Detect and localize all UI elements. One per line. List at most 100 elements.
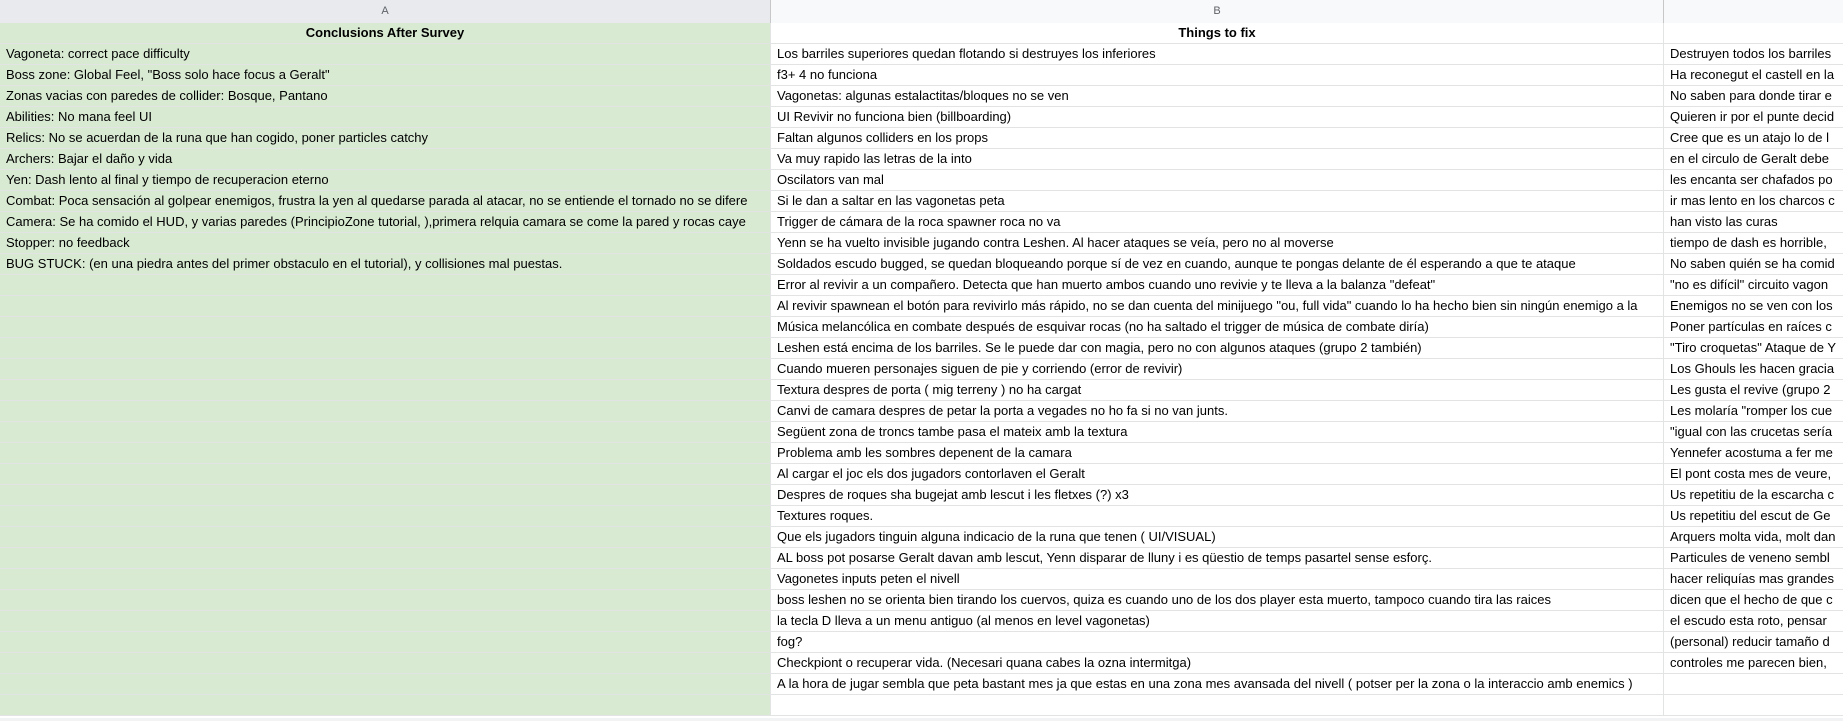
cell-c[interactable] [1664, 695, 1843, 716]
cell-a[interactable]: BUG STUCK: (en una piedra antes del prim… [0, 254, 771, 275]
cell-c[interactable]: Yennefer acostuma a fer me [1664, 443, 1843, 464]
cell-a[interactable] [0, 569, 771, 590]
cell-a[interactable] [0, 485, 771, 506]
cell-b[interactable]: Despres de roques sha bugejat amb lescut… [771, 485, 1664, 506]
cell-c[interactable]: hacer reliquías mas grandes [1664, 569, 1843, 590]
cell-b[interactable]: Si le dan a saltar en las vagonetas peta [771, 191, 1664, 212]
cell-b[interactable]: Error al revivir a un compañero. Detecta… [771, 275, 1664, 296]
cell-b[interactable]: Faltan algunos colliders en los props [771, 128, 1664, 149]
cell-a[interactable] [0, 611, 771, 632]
cell-b[interactable]: Yenn se ha vuelto invisible jugando cont… [771, 233, 1664, 254]
cell-a[interactable]: Stopper: no feedback [0, 233, 771, 254]
header-cell-b[interactable]: Things to fix [771, 23, 1664, 44]
cell-a[interactable] [0, 632, 771, 653]
cell-c[interactable]: El pont costa mes de veure, [1664, 464, 1843, 485]
cell-b[interactable]: fog? [771, 632, 1664, 653]
cell-c[interactable]: les encanta ser chafados po [1664, 170, 1843, 191]
cell-b[interactable]: Al revivir spawnean el botón para revivi… [771, 296, 1664, 317]
cell-b[interactable]: la tecla D lleva a un menu antiguo (al m… [771, 611, 1664, 632]
cell-c[interactable]: Los Ghouls les hacen gracia [1664, 359, 1843, 380]
cell-c[interactable]: No saben quién se ha comid [1664, 254, 1843, 275]
cell-c[interactable]: "Tiro croquetas" Ataque de Y [1664, 338, 1843, 359]
cell-c[interactable]: Arquers molta vida, molt dan [1664, 527, 1843, 548]
column-header-b[interactable]: B [771, 0, 1664, 23]
cell-a[interactable] [0, 695, 771, 716]
cell-b[interactable]: Vagonetes inputs peten el nivell [771, 569, 1664, 590]
cell-b[interactable]: Problema amb les sombres depenent de la … [771, 443, 1664, 464]
cell-a[interactable] [0, 548, 771, 569]
cell-a[interactable] [0, 527, 771, 548]
cell-b[interactable]: Música melancólica en combate después de… [771, 317, 1664, 338]
cell-a[interactable] [0, 296, 771, 317]
cell-a[interactable]: Archers: Bajar el daño y vida [0, 149, 771, 170]
cell-b[interactable]: Leshen está encima de los barriles. Se l… [771, 338, 1664, 359]
cell-b[interactable]: Checkpiont o recuperar vida. (Necesari q… [771, 653, 1664, 674]
header-cell-c[interactable] [1664, 23, 1843, 44]
cell-a[interactable] [0, 422, 771, 443]
cell-c[interactable]: tiempo de dash es horrible, [1664, 233, 1843, 254]
cell-b[interactable]: Trigger de cámara de la roca spawner roc… [771, 212, 1664, 233]
cell-a[interactable] [0, 275, 771, 296]
cell-c[interactable]: Ha reconegut el castell en la [1664, 65, 1843, 86]
cell-b[interactable]: boss leshen no se orienta bien tirando l… [771, 590, 1664, 611]
cell-c[interactable]: "no es difícil" circuito vagon [1664, 275, 1843, 296]
cell-c[interactable]: ir mas lento en los charcos c [1664, 191, 1843, 212]
cell-a[interactable] [0, 380, 771, 401]
cell-b[interactable]: Vagonetas: algunas estalactitas/bloques … [771, 86, 1664, 107]
cell-a[interactable] [0, 674, 771, 695]
cell-c[interactable]: Enemigos no se ven con los [1664, 296, 1843, 317]
column-header-c[interactable] [1664, 0, 1843, 23]
cell-a[interactable]: Boss zone: Global Feel, "Boss solo hace … [0, 65, 771, 86]
cell-b[interactable]: AL boss pot posarse Geralt davan amb les… [771, 548, 1664, 569]
cell-a[interactable] [0, 653, 771, 674]
header-cell-a[interactable]: Conclusions After Survey [0, 23, 771, 44]
cell-c[interactable]: controles me parecen bien, [1664, 653, 1843, 674]
cell-c[interactable]: Us repetitiu de la escarcha c [1664, 485, 1843, 506]
cell-c[interactable] [1664, 674, 1843, 695]
cell-b[interactable]: A la hora de jugar sembla que peta basta… [771, 674, 1664, 695]
cell-a[interactable] [0, 464, 771, 485]
cell-a[interactable]: Zonas vacias con paredes de collider: Bo… [0, 86, 771, 107]
cell-a[interactable]: Relics: No se acuerdan de la runa que ha… [0, 128, 771, 149]
cell-a[interactable]: Combat: Poca sensación al golpear enemig… [0, 191, 771, 212]
cell-c[interactable]: Les molaría "romper los cue [1664, 401, 1843, 422]
cell-c[interactable]: dicen que el hecho de que c [1664, 590, 1843, 611]
cell-c[interactable]: Poner partículas en raíces c [1664, 317, 1843, 338]
cell-a[interactable]: Abilities: No mana feel UI [0, 107, 771, 128]
cell-a[interactable] [0, 359, 771, 380]
cell-c[interactable]: (personal) reducir tamaño d [1664, 632, 1843, 653]
cell-a[interactable] [0, 590, 771, 611]
cell-c[interactable]: Quieren ir por el punte decid [1664, 107, 1843, 128]
cell-c[interactable]: Us repetitiu del escut de Ge [1664, 506, 1843, 527]
cell-a[interactable] [0, 401, 771, 422]
cell-c[interactable]: Particules de veneno sembl [1664, 548, 1843, 569]
cell-a[interactable]: Yen: Dash lento al final y tiempo de rec… [0, 170, 771, 191]
cell-a[interactable]: Camera: Se ha comido el HUD, y varias pa… [0, 212, 771, 233]
cell-b[interactable] [771, 695, 1664, 716]
cell-a[interactable] [0, 338, 771, 359]
cell-c[interactable]: el escudo esta roto, pensar [1664, 611, 1843, 632]
cell-a[interactable]: Vagoneta: correct pace difficulty [0, 44, 771, 65]
cell-b[interactable]: Següent zona de troncs tambe pasa el mat… [771, 422, 1664, 443]
cell-b[interactable]: Cuando mueren personajes siguen de pie y… [771, 359, 1664, 380]
cell-c[interactable]: Les gusta el revive (grupo 2 [1664, 380, 1843, 401]
cell-b[interactable]: Textura despres de porta ( mig terreny )… [771, 380, 1664, 401]
cell-b[interactable]: f3+ 4 no funciona [771, 65, 1664, 86]
cell-c[interactable]: Destruyen todos los barriles [1664, 44, 1843, 65]
cell-b[interactable]: Va muy rapido las letras de la into [771, 149, 1664, 170]
cell-c[interactable]: han visto las curas [1664, 212, 1843, 233]
cell-a[interactable] [0, 443, 771, 464]
cell-b[interactable]: Textures roques. [771, 506, 1664, 527]
cell-b[interactable]: Que els jugadors tinguin alguna indicaci… [771, 527, 1664, 548]
cell-b[interactable]: Oscilators van mal [771, 170, 1664, 191]
column-header-a[interactable]: A [0, 0, 771, 23]
cell-b[interactable]: UI Revivir no funciona bien (billboardin… [771, 107, 1664, 128]
cell-b[interactable]: Soldados escudo bugged, se quedan bloque… [771, 254, 1664, 275]
cell-b[interactable]: Canvi de camara despres de petar la port… [771, 401, 1664, 422]
cell-b[interactable]: Al cargar el joc els dos jugadors contor… [771, 464, 1664, 485]
cell-a[interactable] [0, 506, 771, 527]
cell-c[interactable]: No saben para donde tirar e [1664, 86, 1843, 107]
cell-c[interactable]: Cree que es un atajo lo de l [1664, 128, 1843, 149]
cell-b[interactable]: Los barriles superiores quedan flotando … [771, 44, 1664, 65]
cell-c[interactable]: en el circulo de Geralt debe [1664, 149, 1843, 170]
